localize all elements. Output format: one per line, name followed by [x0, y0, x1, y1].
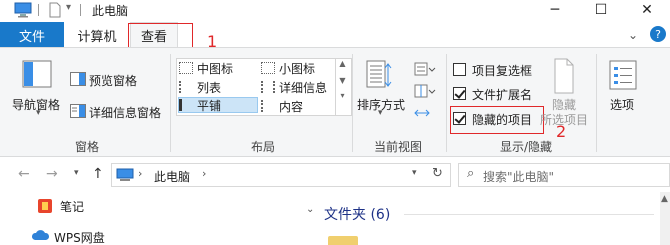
computer-icon	[14, 2, 32, 18]
tab-view[interactable]: 查看	[130, 22, 178, 48]
navigation-pane-icon[interactable]	[22, 60, 52, 88]
breadcrumb-chevron-icon[interactable]: ›	[138, 167, 142, 180]
hidden-items-checkbox[interactable]	[453, 112, 466, 125]
item-checkboxes-checkbox[interactable]	[453, 63, 466, 76]
options-icon[interactable]	[609, 60, 637, 90]
layout-gallery: 中图标 小图标 列表 详细信息 平铺 内容	[176, 58, 352, 116]
layout-item-label: 平铺	[197, 98, 222, 113]
address-history-dropdown-icon[interactable]: ▾	[412, 168, 417, 178]
search-input[interactable]: 搜索"此电脑"	[483, 168, 554, 185]
layout-medium-icons[interactable]: 中图标	[179, 60, 259, 76]
group-separator	[446, 54, 447, 152]
sort-by-icon[interactable]	[366, 60, 392, 90]
main-content: 笔记 WPS网盘 ⌄ 文件夹 (6) ▲	[0, 192, 670, 245]
layout-item-label: 小图标	[279, 61, 316, 76]
titlebar-separator	[80, 4, 81, 16]
quick-access-dropdown-icon[interactable]: ▾	[66, 2, 71, 18]
group-separator	[352, 54, 353, 152]
preview-pane-button[interactable]: 预览窗格	[89, 72, 137, 89]
navigation-pane-dropdown-icon[interactable]: ▾	[36, 108, 41, 118]
scroll-up-arrow-icon[interactable]: ▲	[661, 194, 668, 204]
forward-arrow-icon[interactable]: →	[46, 166, 58, 182]
small-icons-icon	[261, 62, 275, 74]
group-by-icon[interactable]	[414, 62, 436, 76]
layout-tiles[interactable]: 平铺	[178, 97, 258, 113]
group-separator	[170, 54, 171, 152]
tiles-icon	[179, 99, 193, 111]
item-checkboxes-label[interactable]: 项目复选框	[472, 62, 532, 79]
size-columns-icon[interactable]	[414, 106, 430, 120]
list-icon	[179, 81, 193, 93]
window-title: 此电脑	[92, 4, 129, 18]
details-pane-button[interactable]: 详细信息窗格	[89, 104, 161, 121]
hidden-items-label[interactable]: 隐藏的项目	[472, 111, 532, 128]
up-arrow-icon[interactable]: ↑	[92, 166, 104, 182]
recent-locations-icon[interactable]: ▾	[74, 168, 79, 178]
group-label-show-hide: 显示/隐藏	[499, 140, 553, 154]
tab-computer[interactable]: 计算机	[68, 22, 126, 48]
titlebar-separator	[38, 4, 39, 16]
hide-selected-button-line2: 所选项目	[540, 113, 589, 127]
sidebar-item-wps-cloud[interactable]: WPS网盘	[54, 229, 105, 245]
computer-icon	[116, 168, 134, 181]
medium-icons-icon	[179, 62, 193, 74]
navigation-pane: 笔记 WPS网盘	[0, 192, 290, 245]
group-label-panes: 窗格	[74, 140, 99, 154]
ribbon-collapse-icon[interactable]: ⌄	[628, 28, 638, 42]
title-bar: ▾ 此电脑 ─ ☐ ✕	[0, 0, 670, 20]
help-icon[interactable]: ?	[650, 26, 666, 42]
preview-pane-icon	[70, 72, 86, 86]
refresh-icon[interactable]: ↻	[432, 166, 443, 181]
section-header-folders[interactable]: 文件夹 (6)	[324, 204, 390, 224]
breadcrumb-chevron-icon[interactable]: ›	[202, 167, 206, 180]
file-extensions-checkbox[interactable]	[453, 87, 466, 100]
layout-item-label: 中图标	[197, 61, 234, 76]
chevron-down-icon[interactable]: ⌄	[306, 204, 314, 215]
ribbon-tab-row: 文件 计算机 查看 1 ⌄ ?	[0, 22, 670, 53]
folder-icon[interactable]	[328, 236, 358, 245]
hide-selected-items-icon	[554, 58, 574, 94]
file-extensions-label[interactable]: 文件扩展名	[472, 86, 532, 103]
layout-item-label: 详细信息	[279, 80, 328, 95]
tab-file[interactable]: 文件	[0, 22, 64, 48]
expand-gallery-icon[interactable]: ▾	[336, 91, 349, 100]
maximize-button[interactable]: ☐	[578, 0, 624, 20]
details-icon	[261, 81, 275, 93]
ribbon-view: 导航窗格 ▾ 预览窗格 详细信息窗格 窗格 中图标 小图标 列表 详细信息 平铺…	[0, 47, 670, 157]
close-button[interactable]: ✕	[624, 0, 670, 20]
layout-item-label: 内容	[279, 99, 304, 114]
minimize-button[interactable]: ─	[532, 0, 578, 20]
scroll-up-icon[interactable]: ▲	[336, 59, 349, 68]
layout-list[interactable]: 列表	[179, 79, 259, 95]
group-label-current-view: 当前视图	[373, 140, 422, 154]
search-icon: ⌕	[467, 166, 475, 181]
scroll-down-icon[interactable]: ▼	[336, 76, 349, 85]
scrollbar[interactable]: ▲	[660, 192, 670, 245]
sidebar-item-notes[interactable]: 笔记	[60, 198, 84, 215]
back-arrow-icon[interactable]: ←	[18, 166, 30, 182]
layout-scroll[interactable]: ▲ ▼ ▾	[335, 58, 349, 116]
sort-by-dropdown-icon[interactable]: ▾	[378, 108, 383, 118]
address-bar[interactable]: › 此电脑 › ▾ ↻	[111, 163, 451, 187]
layout-item-label: 列表	[197, 80, 222, 95]
content-icon	[261, 100, 275, 112]
search-box[interactable]: ⌕ 搜索"此电脑"	[458, 163, 670, 187]
details-pane-icon	[70, 104, 86, 118]
group-separator	[596, 54, 597, 152]
options-button[interactable]: 选项	[610, 96, 634, 113]
cloud-icon	[31, 230, 50, 240]
note-icon	[38, 199, 52, 213]
navigation-bar: ← → ▾ ↑ › 此电脑 › ▾ ↻ ⌕ 搜索"此电脑"	[0, 158, 670, 192]
section-divider	[404, 214, 654, 215]
quick-access-document-icon[interactable]	[48, 2, 62, 18]
breadcrumb-this-pc[interactable]: 此电脑	[154, 168, 190, 185]
add-columns-icon[interactable]	[414, 84, 436, 98]
group-label-layout: 布局	[250, 140, 275, 154]
